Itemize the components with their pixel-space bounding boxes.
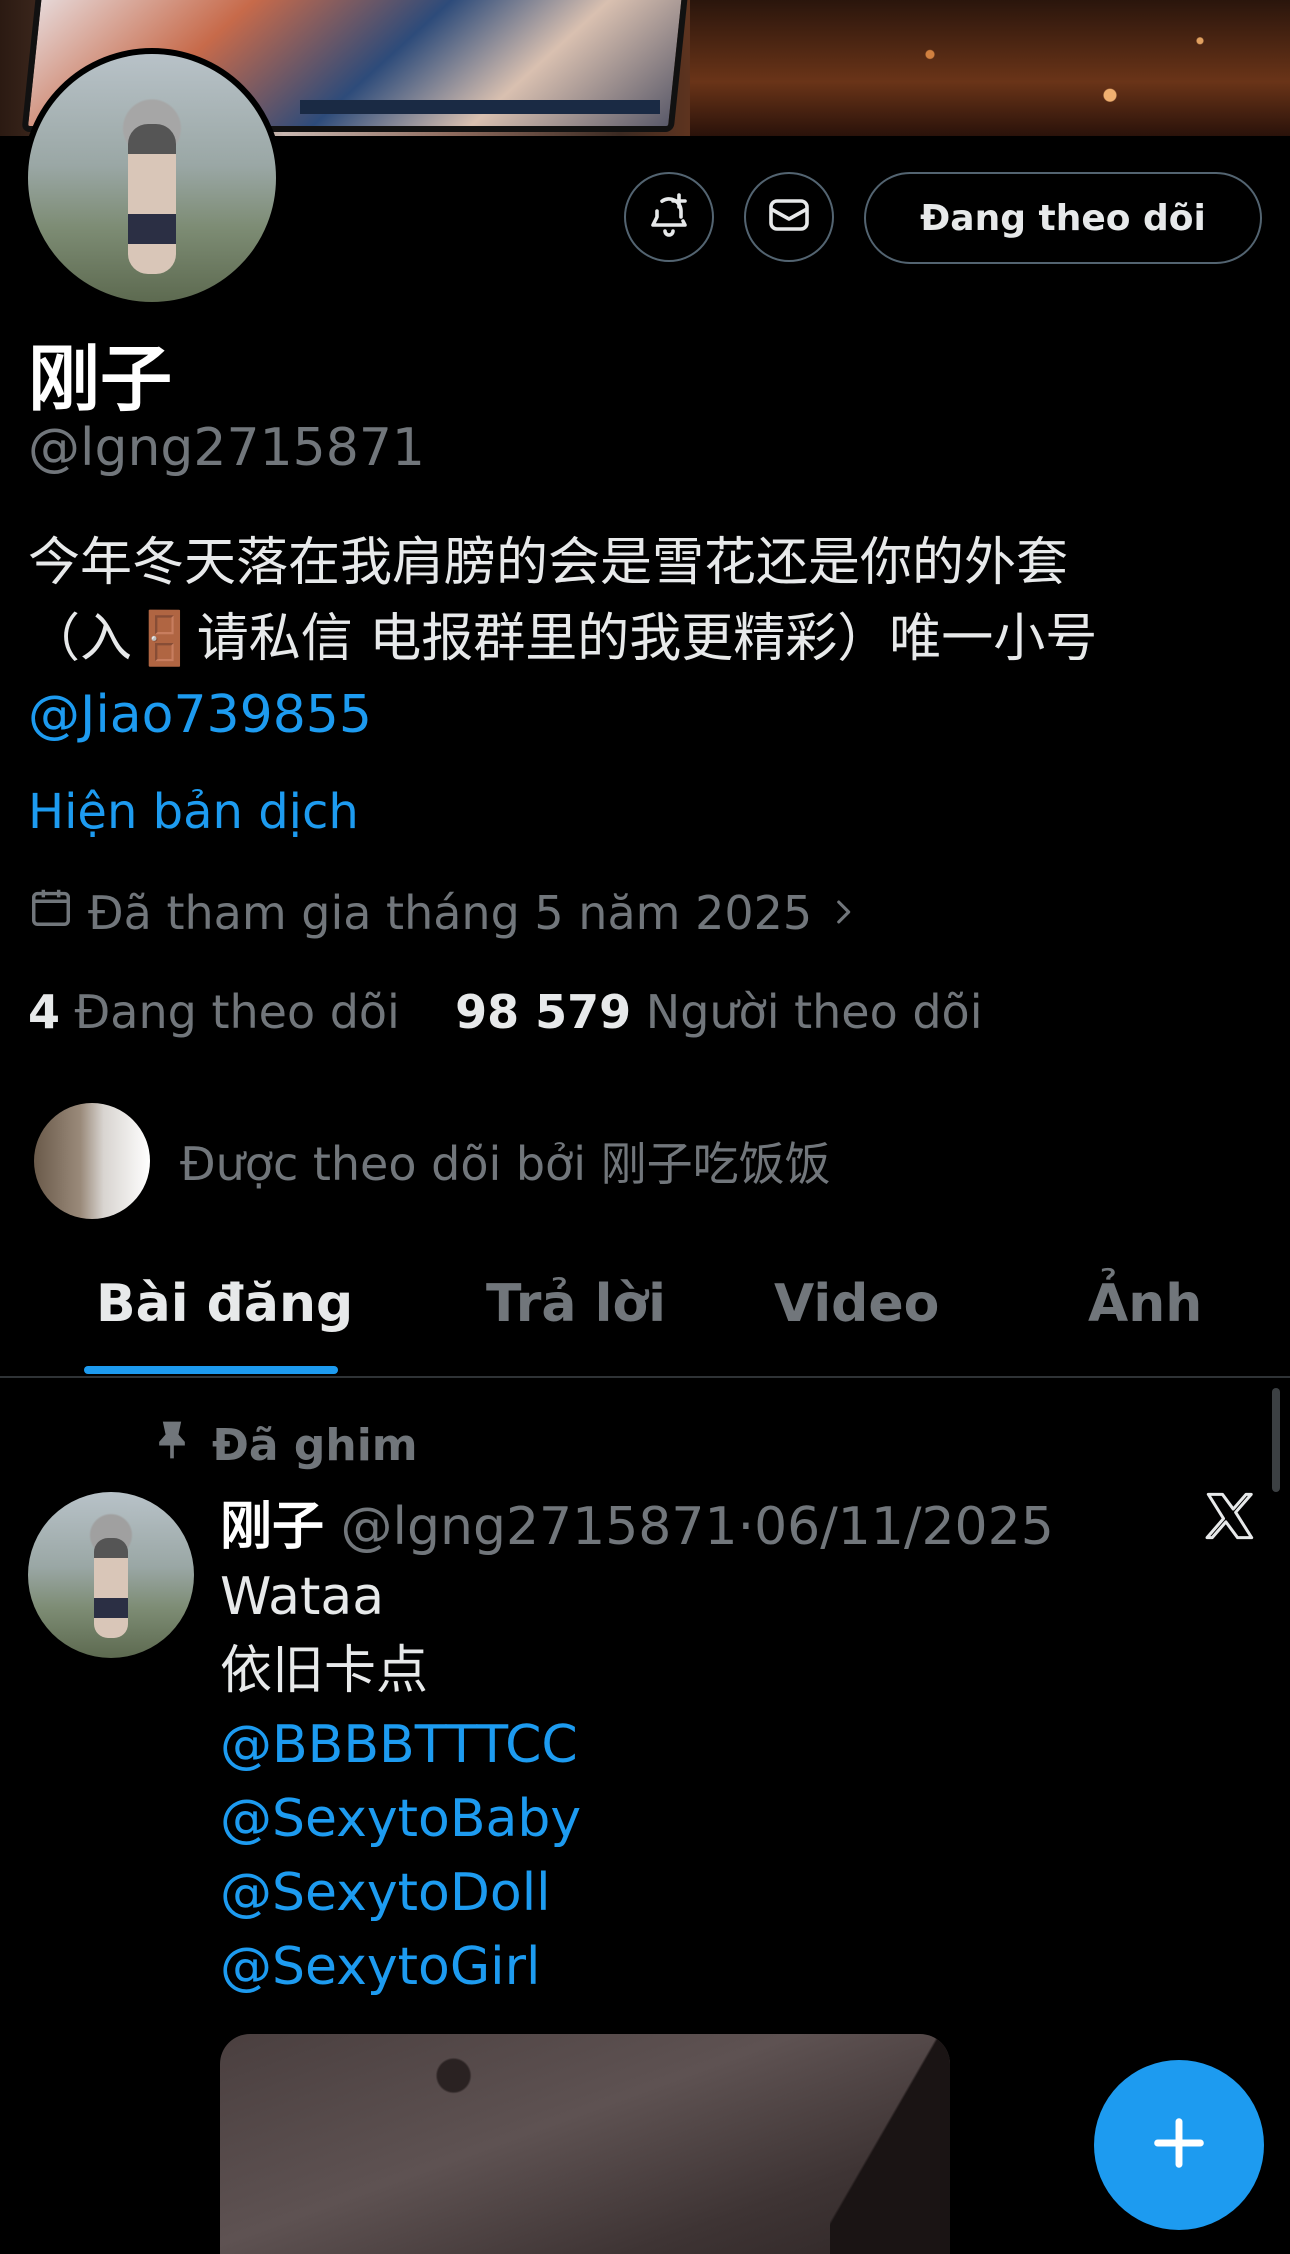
tab-video[interactable]: Video [774,1274,939,1334]
joined-date-row[interactable]: Đã tham gia tháng 5 năm 2025 [28,884,874,941]
bell-plus-icon [645,191,693,243]
mail-icon [765,191,813,243]
tweet-text-line: 依旧卡点 [220,1641,429,1701]
tab-posts[interactable]: Bài đăng [96,1274,353,1334]
active-tab-indicator [84,1366,338,1374]
banner-city-view [690,0,1290,136]
banner-taskbar [300,100,660,114]
plus-icon [1147,2111,1211,2179]
following-count: 4 [28,985,61,1039]
following-stat[interactable]: 4 Đang theo dõi [28,985,400,1039]
follow-stats: 4 Đang theo dõi 98 579 Người theo dõi [28,985,982,1039]
avatar-figure [128,124,176,274]
joined-date-text: Đã tham gia tháng 5 năm 2025 [88,885,813,940]
following-label: Đang theo dõi [74,985,400,1039]
tweet-author-name[interactable]: 刚子 [220,1497,324,1557]
followed-by-row[interactable]: Được theo dõi bởi 刚子吃饭饭 [34,1103,831,1219]
followers-label: Người theo dõi [645,985,983,1039]
compose-button[interactable] [1094,2060,1264,2230]
pinned-label-row: Đã ghim [150,1416,418,1475]
bio-mention-link[interactable]: @Jiao739855 [28,677,1248,753]
pin-icon [150,1416,212,1475]
tab-photos[interactable]: Ảnh [1088,1274,1202,1334]
tweet-mention-link[interactable]: @SexytoGirl [220,1930,581,2004]
tweet-text-line: Wataa [220,1567,385,1627]
profile-avatar[interactable] [22,48,282,308]
profile-bio: 今年冬天落在我肩膀的会是雪花还是你的外套 （入🚪请私信 电报群里的我更精彩）唯一… [28,525,1248,753]
tweet-mention-link[interactable]: @BBBBTTTCC [220,1708,581,1782]
message-button[interactable] [744,172,834,262]
avatar-figure [94,1538,128,1638]
bio-line-1: 今年冬天落在我肩膀的会是雪花还是你的外套 [28,533,1069,593]
pinned-text: Đã ghim [212,1420,418,1471]
tweet-mention-link[interactable]: @SexytoDoll [220,1856,581,1930]
show-translation-link[interactable]: Hiện bản dịch [28,784,359,840]
profile-page: Đang theo dõi 刚子 @lgng2715871 今年冬天落在我肩膀的… [0,0,1290,2254]
follower-avatar [34,1103,150,1219]
scrollbar[interactable] [1272,1388,1280,1492]
display-name: 刚子 [28,337,173,421]
tweet-date[interactable]: 06/11/2025 [754,1497,1054,1557]
tab-replies[interactable]: Trả lời [486,1274,666,1334]
notify-button[interactable] [624,172,714,262]
tweet-mention-link[interactable]: @SexytoBaby [220,1782,581,1856]
bio-line-2: （入🚪请私信 电报群里的我更精彩）唯一小号 [28,609,1098,669]
tweet-body: Wataa 依旧卡点 @BBBBTTTCC @SexytoBaby @Sexyt… [220,1560,581,2004]
followed-by-text: Được theo dõi bởi 刚子吃饭饭 [180,1137,831,1191]
tweet-author-handle[interactable]: @lgng2715871 [341,1497,738,1557]
tweet-media[interactable] [220,2034,950,2254]
x-logo-icon[interactable] [1204,1490,1256,1546]
tweet-separator: · [737,1497,755,1557]
calendar-icon [28,884,88,941]
followers-stat[interactable]: 98 579 Người theo dõi [455,985,982,1039]
tweet-author-avatar[interactable] [28,1492,194,1658]
profile-tabs: Bài đăng Trả lời Video Ảnh [0,1238,1290,1378]
followers-count: 98 579 [455,985,632,1039]
following-button[interactable]: Đang theo dõi [864,172,1262,264]
tweet-header: 刚子 @lgng2715871·06/11/2025 [220,1484,1054,1559]
chevron-right-icon [826,886,874,940]
user-handle: @lgng2715871 [28,418,426,478]
